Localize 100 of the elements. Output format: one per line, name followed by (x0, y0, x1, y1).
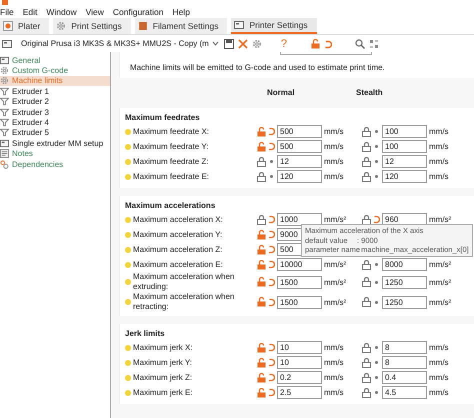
sidebar-item[interactable]: General (0, 55, 110, 66)
lock-icon[interactable] (362, 297, 371, 307)
input-field[interactable]: 1500 (277, 276, 322, 288)
unit-label: mm/s² (324, 298, 346, 306)
unlocked-lock-icon[interactable] (310, 38, 320, 48)
menu-item[interactable]: Help (172, 6, 190, 16)
unit-label: mm/s² (429, 278, 452, 286)
sidebar-item[interactable]: Extruder 5 (0, 128, 110, 138)
tab[interactable]: Printer Settings (231, 18, 317, 34)
unit-label: mm/s (429, 127, 449, 136)
input-field[interactable]: 120 (382, 170, 427, 183)
input-field[interactable]: 1250 (382, 276, 427, 288)
lock-icon[interactable] (362, 214, 371, 224)
input-field[interactable]: 8 (382, 356, 427, 369)
menu-item[interactable]: View (86, 6, 104, 16)
unit-label: mm/s (324, 373, 344, 382)
lock-icon[interactable] (257, 156, 266, 166)
input-field[interactable]: 10000 (277, 258, 322, 271)
lock-icon[interactable] (362, 172, 371, 182)
lock-icon[interactable] (362, 277, 371, 287)
input-field[interactable]: 12 (277, 155, 322, 168)
gear-icon[interactable] (252, 38, 262, 48)
field-label: Maximum acceleration Z: (133, 244, 224, 254)
sidebar-item[interactable]: Single extruder MM setup (0, 138, 110, 149)
unit-label: mm/s (324, 358, 344, 367)
lock-icon[interactable] (362, 142, 371, 152)
input-field[interactable]: 500 (277, 140, 322, 153)
column-header: Stealth (356, 88, 384, 99)
lock-icon[interactable] (257, 172, 266, 182)
lock-icon[interactable] (362, 388, 371, 398)
unit-label: mm/s² (429, 215, 452, 224)
input-field[interactable]: 1500 (277, 296, 322, 308)
unlocked-lock-icon[interactable] (257, 260, 266, 270)
sidebar-item[interactable]: Notes (0, 148, 110, 159)
lock-icon[interactable] (362, 358, 371, 368)
unlocked-lock-icon[interactable] (257, 372, 266, 382)
unlocked-lock-icon[interactable] (257, 297, 266, 307)
status-dot-icon (125, 360, 131, 366)
lock-icon[interactable] (362, 156, 371, 166)
lock-icon[interactable] (362, 260, 371, 270)
unlocked-lock-icon[interactable] (257, 388, 266, 398)
unlocked-lock-icon[interactable] (257, 244, 266, 254)
input-field[interactable]: 500 (277, 125, 322, 138)
unit-label: mm/s (429, 388, 449, 397)
unlocked-lock-icon[interactable] (257, 230, 266, 240)
unlocked-lock-icon[interactable] (257, 142, 266, 152)
tab[interactable]: Print Settings (53, 18, 131, 34)
sidebar-item[interactable]: Extruder 1 (0, 86, 110, 97)
status-dot-icon (125, 246, 131, 252)
tab[interactable]: Plater (0, 18, 50, 34)
input-field[interactable]: 12 (382, 155, 427, 168)
lock-icon[interactable] (362, 372, 371, 382)
input-field[interactable]: 8 (382, 341, 427, 354)
unit-label: mm/s (429, 358, 449, 367)
unit-label: mm/s (429, 142, 449, 151)
unlocked-lock-icon[interactable] (257, 126, 266, 136)
unit-label: mm/s (429, 373, 449, 382)
menu-item[interactable]: File (0, 6, 14, 16)
lock-icon[interactable] (362, 126, 371, 136)
unlocked-lock-icon[interactable] (257, 342, 266, 352)
input-field[interactable]: 100 (382, 140, 427, 153)
unit-label: mm/s² (429, 260, 452, 269)
unit-label: mm/s (429, 172, 449, 181)
input-field[interactable]: 10 (277, 341, 322, 354)
input-field[interactable]: 2.5 (277, 386, 322, 399)
unlocked-lock-icon[interactable] (257, 358, 266, 368)
info-text: Machine limits will be emitted to G-code and used to estimate print time. (130, 63, 386, 72)
sidebar-item[interactable]: Custom G-code (0, 65, 110, 76)
close-icon[interactable] (238, 38, 248, 48)
field-label: Maximum feedrate Y: (133, 142, 210, 152)
sidebar-item[interactable]: Dependencies (0, 158, 110, 170)
input-field[interactable]: 4.5 (382, 386, 427, 399)
search-icon[interactable] (354, 38, 365, 48)
menu-item[interactable]: Window (46, 6, 77, 16)
tab[interactable]: Filament Settings (134, 18, 228, 34)
unit-label: mm/s (429, 343, 449, 352)
lock-icon[interactable] (257, 214, 266, 224)
field-label: Maximum acceleration E: (133, 260, 224, 270)
save-icon[interactable] (224, 38, 234, 48)
input-field[interactable]: 10 (277, 356, 322, 369)
input-field[interactable]: 120 (277, 170, 322, 183)
input-field[interactable]: 1000 (277, 213, 322, 226)
input-field[interactable]: 1250 (382, 296, 427, 308)
lock-icon[interactable] (362, 342, 371, 352)
section-title: Jerk limits (125, 329, 166, 340)
spool-icon (138, 21, 148, 31)
status-dot-icon (125, 174, 131, 180)
menu-item[interactable]: Configuration (112, 6, 164, 16)
compare-icon[interactable] (368, 38, 379, 48)
input-field[interactable]: 8000 (382, 258, 427, 271)
menu-item[interactable]: Edit (22, 6, 38, 16)
input-field[interactable]: 0.4 (382, 371, 427, 384)
sidebar-item[interactable]: Extruder 3 (0, 106, 110, 118)
unit-label: mm/s (324, 343, 344, 352)
unlocked-lock-icon[interactable] (257, 277, 266, 287)
sidebar-item[interactable]: Extruder 4 (0, 117, 110, 128)
sidebar-item[interactable]: Extruder 2 (0, 96, 110, 107)
input-field[interactable]: 0.2 (277, 371, 322, 384)
input-field[interactable]: 100 (382, 125, 427, 138)
unit-label: mm/s² (324, 260, 346, 269)
